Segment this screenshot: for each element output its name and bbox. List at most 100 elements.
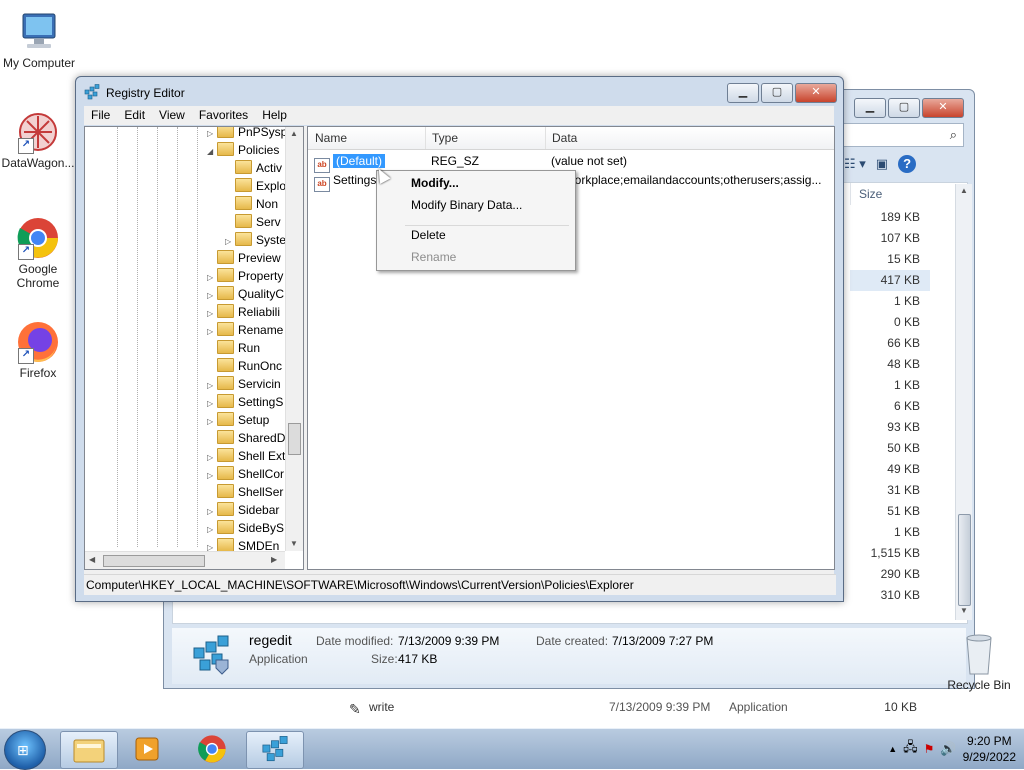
taskbar-media-player-button[interactable]: [120, 731, 176, 767]
tree-item[interactable]: ▷ Sidebar: [207, 501, 279, 519]
column-header-name[interactable]: Name: [308, 127, 426, 149]
tree-item[interactable]: Run: [207, 339, 260, 357]
tree-item[interactable]: ▷ Property: [207, 267, 283, 285]
scroll-left-arrow-icon[interactable]: ◀: [89, 555, 95, 564]
tree-item[interactable]: ▷ Syste: [225, 231, 286, 249]
size-cell: 1 KB: [893, 378, 920, 392]
scrollbar-thumb[interactable]: [288, 423, 301, 455]
desktop-icon-datawagon[interactable]: ↗ DataWagon...: [0, 110, 76, 170]
folder-icon: [217, 466, 234, 480]
computer-icon: [17, 10, 61, 54]
tree-item[interactable]: Serv: [225, 213, 281, 231]
scroll-down-arrow-icon[interactable]: ▼: [960, 606, 968, 615]
tree-item[interactable]: ▷ Shell Ext: [207, 447, 285, 465]
minimize-button[interactable]: ▁: [854, 98, 886, 118]
tree-item[interactable]: ▷ Setup: [207, 411, 269, 429]
close-button[interactable]: ✕: [922, 98, 964, 118]
clock-time: 9:20 PM: [966, 734, 1012, 748]
column-header-size[interactable]: Size: [850, 183, 939, 205]
scroll-up-arrow-icon[interactable]: ▲: [290, 129, 298, 138]
folder-icon: [217, 304, 234, 318]
table-row[interactable]: ab (Default) REG_SZ (value not set): [308, 152, 834, 173]
show-hidden-icons-icon[interactable]: ▲: [888, 744, 897, 754]
menu-favorites[interactable]: Favorites: [192, 106, 255, 125]
tree-item[interactable]: ▷ Rename: [207, 321, 283, 339]
tree-item[interactable]: Non: [225, 195, 278, 213]
tree-item[interactable]: ShellSer: [207, 483, 283, 501]
close-button[interactable]: ✕: [795, 83, 837, 103]
maximize-button[interactable]: ▢: [761, 83, 793, 103]
size-cell: 1 KB: [893, 525, 920, 539]
action-center-icon[interactable]: ⚑: [924, 742, 935, 756]
menu-item-delete[interactable]: Delete: [411, 224, 446, 246]
scroll-down-arrow-icon[interactable]: ▼: [290, 539, 298, 548]
tree-item[interactable]: ▷ PnPSysp: [207, 127, 287, 141]
volume-icon[interactable]: 🔊: [940, 741, 956, 757]
preview-pane-icon[interactable]: ▣: [876, 156, 888, 172]
scrollbar-thumb[interactable]: [103, 555, 205, 567]
value-data: (value not set): [551, 154, 628, 168]
desktop-icon-label: Recycle Bin: [947, 678, 1011, 692]
taskbar-regedit-button[interactable]: [246, 731, 304, 769]
menu-item-modify[interactable]: Modify...: [411, 172, 459, 194]
network-icon[interactable]: 🖧: [903, 738, 918, 760]
size-cell: 93 KB: [887, 420, 920, 434]
tree-horizontal-scrollbar[interactable]: ◀ ▶: [85, 551, 285, 569]
tree-item[interactable]: ▷ Servicin: [207, 375, 281, 393]
menu-view[interactable]: View: [152, 106, 192, 125]
tree-item[interactable]: ◢ Policies: [207, 141, 279, 159]
scroll-up-arrow-icon[interactable]: ▲: [960, 186, 968, 195]
tree-vertical-scrollbar[interactable]: ▲ ▼: [285, 127, 303, 551]
desktop-icon-recycle-bin[interactable]: Recycle Bin: [944, 630, 1014, 692]
folder-icon: [235, 196, 252, 210]
scrollbar-thumb[interactable]: [958, 514, 971, 606]
menu-edit[interactable]: Edit: [117, 106, 152, 125]
explorer-toolbar: ☷ ▾ ▣ ?: [844, 150, 968, 178]
file-list-scrollbar[interactable]: ▲ ▼: [955, 184, 972, 620]
column-header-type[interactable]: Type: [425, 127, 546, 149]
size-cell: 31 KB: [887, 483, 920, 497]
registry-editor-window[interactable]: Registry Editor ▁ ▢ ✕ File Edit View Fav…: [75, 76, 844, 602]
tree-item-label: ShellCor: [238, 467, 285, 481]
tree-item[interactable]: Explo: [225, 177, 286, 195]
value-name: Settings: [333, 173, 377, 187]
tree-item[interactable]: Activ: [225, 159, 282, 177]
start-button[interactable]: ⊞: [4, 730, 46, 770]
table-row[interactable]: ✎ write 7/13/2009 9:39 PM Application 10…: [349, 697, 949, 717]
tree-item[interactable]: ▷ Reliabili: [207, 303, 280, 321]
details-date-modified: 7/13/2009 9:39 PM: [398, 634, 500, 648]
tree-item-label: Policies: [238, 143, 280, 157]
size-cell: 1,515 KB: [870, 546, 920, 560]
tree-item[interactable]: RunOnc: [207, 357, 282, 375]
tree-expander-icon[interactable]: ◢: [207, 143, 217, 161]
tree-item[interactable]: Preview: [207, 249, 281, 267]
key-tree[interactable]: ▷ PnPSysp ◢ Policies Activ Explo Non Serv ▷ Syste…: [84, 126, 304, 570]
desktop-icon-label: Google Chrome: [16, 262, 60, 290]
tree-item[interactable]: ▷ SettingS: [207, 393, 283, 411]
desktop-icon-my-computer[interactable]: My Computer: [1, 10, 77, 70]
tree-item[interactable]: SharedD: [207, 429, 285, 447]
help-icon[interactable]: ?: [898, 155, 917, 173]
view-options-icon[interactable]: ☷ ▾: [844, 156, 866, 172]
file-name: write: [369, 700, 395, 714]
clock[interactable]: 9:20 PM 9/29/2022: [963, 733, 1016, 765]
desktop-icon-google-chrome[interactable]: ↗ Google Chrome: [0, 216, 76, 290]
taskbar-explorer-button[interactable]: [60, 731, 118, 769]
menu-help[interactable]: Help: [255, 106, 294, 125]
maximize-button[interactable]: ▢: [888, 98, 920, 118]
tree-item-label: Servicin: [238, 377, 281, 391]
minimize-button[interactable]: ▁: [727, 83, 759, 103]
tree-item[interactable]: ▷ ShellCor: [207, 465, 284, 483]
size-cell: 6 KB: [893, 399, 920, 413]
menu-item-modify-binary-data[interactable]: Modify Binary Data...: [411, 194, 522, 216]
desktop-icon-firefox[interactable]: ↗ Firefox: [0, 320, 76, 380]
menu-file[interactable]: File: [84, 106, 117, 125]
taskbar-chrome-button[interactable]: [184, 731, 240, 767]
tree-item[interactable]: ▷ QualityC: [207, 285, 284, 303]
column-header-data[interactable]: Data: [545, 127, 834, 149]
tree-item[interactable]: ▷ SideByS: [207, 519, 284, 537]
value-type: REG_SZ: [431, 154, 480, 168]
scroll-right-arrow-icon[interactable]: ▶: [271, 555, 277, 564]
value-name: (Default): [333, 154, 386, 168]
search-input[interactable]: ⌕: [842, 123, 964, 147]
